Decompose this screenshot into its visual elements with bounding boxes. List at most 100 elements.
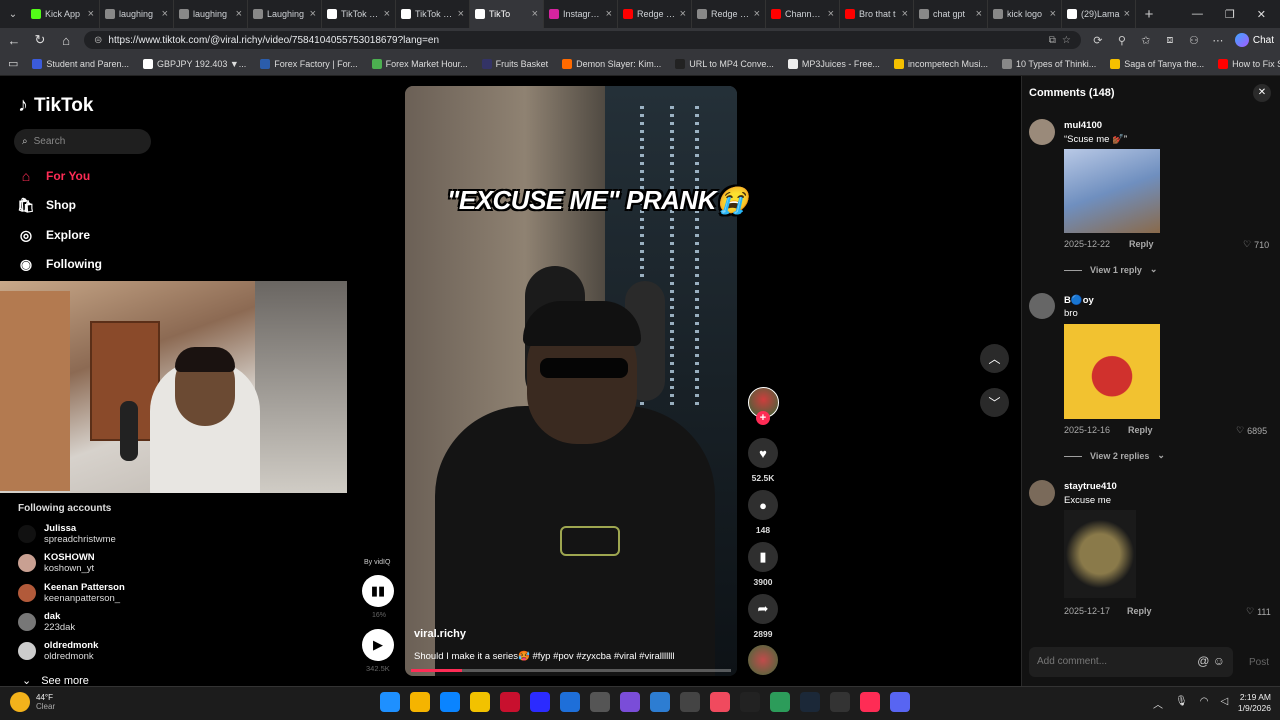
comment-bubble-icon[interactable]: ●: [748, 490, 778, 520]
taskbar-app-icon[interactable]: [410, 692, 430, 712]
favorites-icon[interactable]: ✩: [1139, 34, 1153, 47]
comment-image[interactable]: [1064, 510, 1136, 598]
new-tab-button[interactable]: +: [1136, 6, 1162, 23]
bookmark-item[interactable]: GBPJPY 192.403 ▼...: [142, 58, 246, 69]
refresh-icon[interactable]: ↻: [32, 32, 48, 48]
taskbar-app-icon[interactable]: [680, 692, 700, 712]
back-icon[interactable]: ←: [6, 33, 22, 48]
bookmark-item[interactable]: Saga of Tanya the...: [1110, 58, 1204, 69]
following-account-item[interactable]: dak 223dak: [18, 611, 75, 633]
taskbar-app-icon[interactable]: [860, 692, 880, 712]
share-arrow-icon[interactable]: ➦: [748, 594, 778, 624]
taskbar-app-icon[interactable]: [500, 692, 520, 712]
taskbar-app-icon[interactable]: [890, 692, 910, 712]
taskbar-app-icon[interactable]: [740, 692, 760, 712]
view-replies-button[interactable]: —— View 2 replies ⌄: [1064, 450, 1165, 461]
bookmark-item[interactable]: Forex Market Hour...: [371, 58, 468, 69]
browser-tab[interactable]: chat gpt ×: [914, 0, 988, 28]
following-account-item[interactable]: Julissa spreadchristwme: [18, 523, 116, 545]
close-tab-icon[interactable]: ×: [162, 8, 168, 20]
mic-icon[interactable]: 🎙: [1175, 696, 1188, 711]
browser-tab[interactable]: Laughing ×: [248, 0, 322, 28]
close-tab-icon[interactable]: ×: [976, 8, 982, 20]
close-tab-icon[interactable]: ×: [310, 8, 316, 20]
home-page-icon[interactable]: ⌂: [58, 33, 74, 48]
vidiq-play-button[interactable]: ▶: [362, 629, 394, 661]
site-info-icon[interactable]: ⊜: [94, 35, 102, 46]
comment-username[interactable]: B🔵oy: [1064, 295, 1094, 306]
mention-icon[interactable]: @: [1197, 654, 1209, 668]
sidebar-item-shop[interactable]: 🛍 Shop: [17, 197, 76, 213]
taskbar-app-icon[interactable]: [530, 692, 550, 712]
close-tab-icon[interactable]: ×: [236, 8, 242, 20]
taskbar-app-icon[interactable]: [800, 692, 820, 712]
bookmark-item[interactable]: Demon Slayer: Kim...: [562, 58, 661, 69]
close-tab-icon[interactable]: ×: [532, 8, 538, 20]
comment-like-button[interactable]: ♡ 111: [1246, 606, 1271, 617]
tray-chevron-up-icon[interactable]: ︿: [1153, 696, 1163, 711]
comment-username[interactable]: mul4100: [1064, 120, 1102, 131]
browser-tab[interactable]: Redge - Yo ×: [618, 0, 692, 28]
browser-tab[interactable]: Bro that t ×: [840, 0, 914, 28]
browser-tab[interactable]: Channel c ×: [766, 0, 840, 28]
close-tab-icon[interactable]: ×: [88, 8, 94, 20]
video-username[interactable]: viral.richy: [414, 628, 466, 640]
sidebar-item-explore[interactable]: ◎ Explore: [18, 227, 90, 243]
emoji-icon[interactable]: ☺: [1213, 654, 1225, 668]
copilot-chat-button[interactable]: Chat: [1234, 33, 1274, 47]
close-tab-icon[interactable]: ×: [754, 8, 760, 20]
collections-icon[interactable]: ⧈: [1163, 34, 1177, 47]
bookmark-item[interactable]: How to Fix Screen...: [1218, 58, 1280, 69]
comment-avatar[interactable]: [1029, 293, 1055, 319]
close-tab-icon[interactable]: ×: [680, 8, 686, 20]
close-tab-icon[interactable]: ×: [1050, 8, 1056, 20]
bookmark-item[interactable]: MP3Juices - Free...: [787, 58, 880, 69]
comment-like-button[interactable]: ♡ 710: [1243, 239, 1269, 250]
close-window-icon[interactable]: ✕: [1257, 8, 1266, 21]
close-comments-icon[interactable]: ✕: [1253, 84, 1271, 102]
taskbar-app-icon[interactable]: [440, 692, 460, 712]
sidebar-item-following[interactable]: ◉ Following: [18, 256, 102, 272]
taskbar-clock[interactable]: 2:19 AM 1/9/2026: [1205, 692, 1271, 714]
tiktok-logo[interactable]: ♪ TikTok: [18, 94, 93, 117]
close-tab-icon[interactable]: ×: [902, 8, 908, 20]
comment-like-button[interactable]: ♡ 6895: [1236, 425, 1267, 436]
bookmarks-menu-icon[interactable]: ▭: [8, 57, 18, 70]
comment-image[interactable]: [1064, 324, 1160, 419]
add-comment-input[interactable]: Add comment... @ ☺: [1029, 647, 1233, 677]
follow-plus-button[interactable]: +: [756, 411, 770, 425]
taskbar-app-icon[interactable]: [830, 692, 850, 712]
tab-search-icon[interactable]: ⌄: [0, 9, 26, 20]
restore-icon[interactable]: ❐: [1225, 8, 1235, 21]
weather-widget[interactable]: 44°F Clear: [10, 692, 55, 712]
taskbar-app-icon[interactable]: [620, 692, 640, 712]
install-app-icon[interactable]: ⧉: [1049, 35, 1056, 46]
save-action[interactable]: ▮ 3900: [748, 542, 778, 587]
close-tab-icon[interactable]: ×: [458, 8, 464, 20]
comment-avatar[interactable]: [1029, 480, 1055, 506]
bookmark-item[interactable]: Forex Factory | For...: [260, 58, 358, 69]
close-tab-icon[interactable]: ×: [384, 8, 390, 20]
browser-tab[interactable]: TikTok Stu ×: [322, 0, 396, 28]
reply-button[interactable]: Reply: [1129, 239, 1154, 249]
comment-image[interactable]: [1064, 149, 1160, 233]
previous-video-button[interactable]: ︿: [980, 344, 1009, 373]
reply-button[interactable]: Reply: [1127, 606, 1152, 616]
favorite-star-icon[interactable]: ☆: [1062, 35, 1071, 46]
bookmark-icon[interactable]: ▮: [748, 542, 778, 572]
browser-tab[interactable]: Kick App ×: [26, 0, 100, 28]
taskbar-app-icon[interactable]: [710, 692, 730, 712]
next-video-button[interactable]: ﹀: [980, 388, 1009, 417]
close-tab-icon[interactable]: ×: [1124, 8, 1130, 20]
url-field[interactable]: ⊜ https://www.tiktok.com/@viral.richy/vi…: [84, 31, 1081, 49]
taskbar-app-icon[interactable]: [650, 692, 670, 712]
taskbar-app-icon[interactable]: [470, 692, 490, 712]
search-input[interactable]: ⌕ Search: [14, 129, 151, 154]
browser-tab[interactable]: kick logo ×: [988, 0, 1062, 28]
following-account-item[interactable]: KOSHOWN koshown_yt: [18, 552, 95, 574]
profile-icon[interactable]: ⚇: [1187, 34, 1201, 47]
like-action[interactable]: ♥ 52.5K: [748, 438, 778, 483]
taskbar-app-icon[interactable]: [560, 692, 580, 712]
browser-tab[interactable]: TikTo ×: [470, 0, 544, 28]
minimize-icon[interactable]: —: [1192, 8, 1203, 21]
